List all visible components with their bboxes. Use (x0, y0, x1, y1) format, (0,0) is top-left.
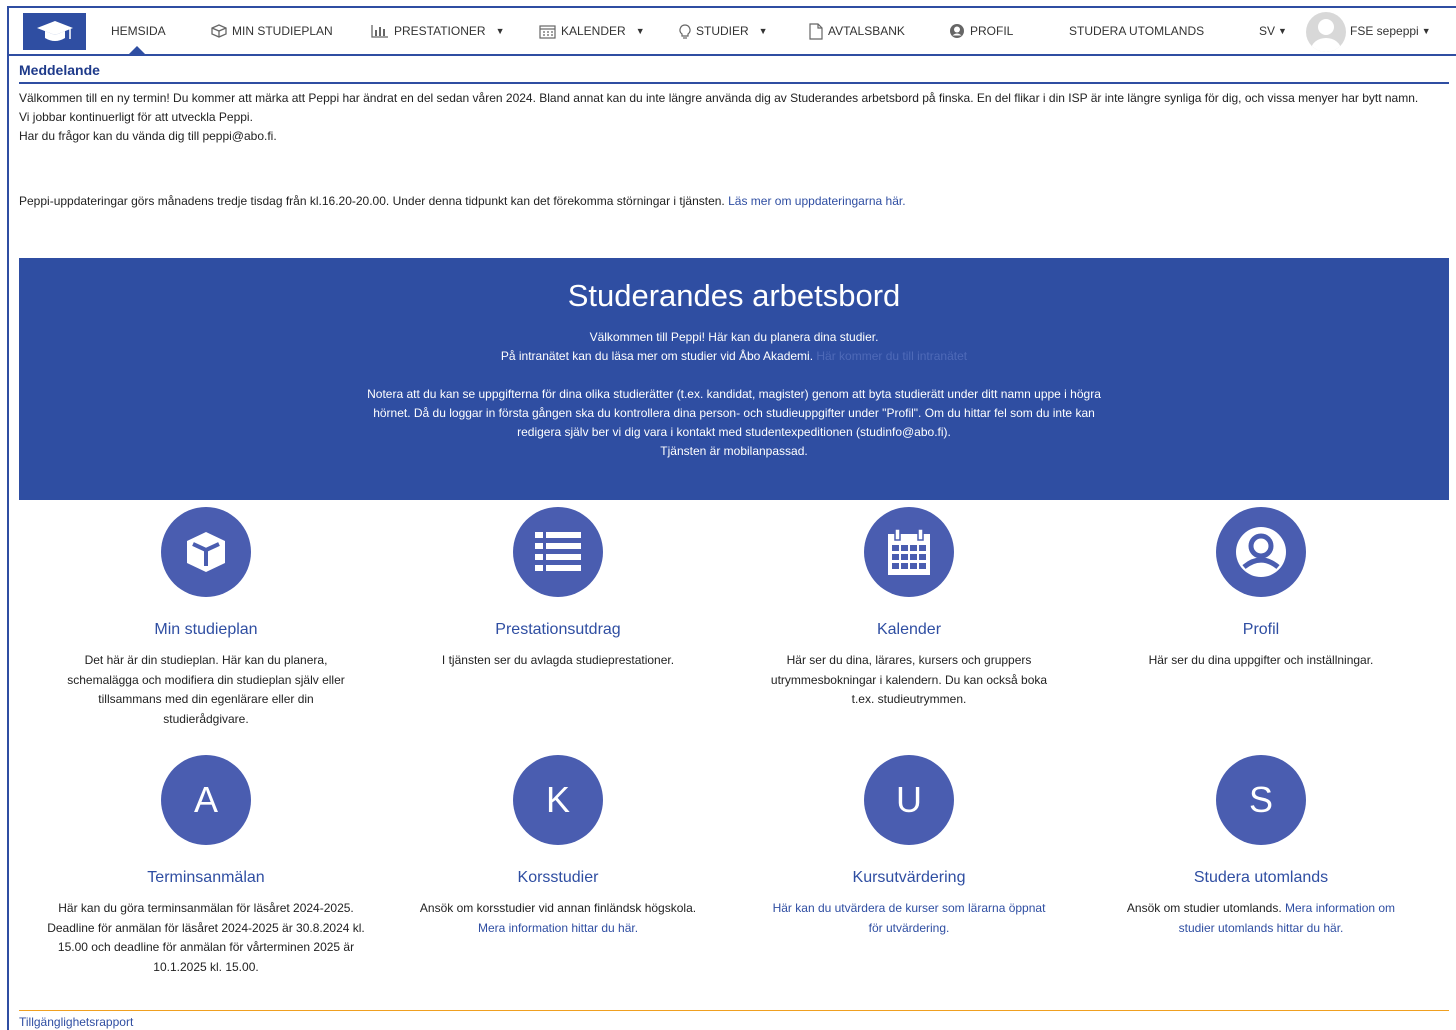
nav-min-studieplan[interactable]: MIN STUDIEPLAN (211, 8, 333, 54)
update-text: Peppi-uppdateringar görs månadens tredje… (19, 194, 725, 208)
tile-studera-utomlands[interactable]: S Studera utomlands Ansök om studier uto… (1101, 755, 1421, 938)
document-icon (809, 22, 823, 40)
notice-line: Har du frågor kan du vända dig till pepp… (19, 129, 277, 143)
nav-label: PRESTATIONER (394, 24, 486, 38)
nav-kalender[interactable]: KALENDER ▼ (539, 8, 645, 54)
tile-kalender[interactable]: Kalender Här ser du dina, lärares, kurse… (749, 507, 1069, 710)
tile-description: Här ser du dina, lärares, kursers och gr… (770, 653, 1048, 706)
nav-avtalsbank[interactable]: AVTALSBANK (809, 8, 905, 54)
chevron-down-icon: ▼ (495, 26, 505, 36)
banner-line: På intranätet kan du läsa mer om studier… (19, 347, 1449, 366)
user-name: FSE sepeppi (1350, 24, 1419, 38)
nav-label: STUDIER (696, 24, 749, 38)
home-logo[interactable] (23, 13, 86, 50)
nav-label: KALENDER (561, 24, 626, 38)
banner-line: Notera att du kan se uppgifterna för din… (367, 387, 1101, 401)
chevron-down-icon: ▼ (1278, 26, 1287, 36)
user-circle-icon (949, 23, 965, 39)
tile-title[interactable]: Kalender (749, 621, 1069, 639)
tile-title[interactable]: Profil (1101, 621, 1421, 639)
graduation-cap-icon (36, 20, 73, 41)
letter-badge: A (161, 755, 251, 845)
banner-line: redigera själv ber vi dig vara i kontakt… (517, 425, 951, 439)
banner-line: hörnet. Då du loggar in första gången sk… (373, 406, 1095, 420)
nav-label: AVTALSBANK (828, 24, 905, 38)
notice-title: Meddelande (19, 62, 1449, 84)
tile-description: Det här är din studieplan. Här kan du pl… (67, 653, 345, 726)
tile-link[interactable]: Här kan du utvärdera de kurser som lärar… (773, 901, 1046, 935)
nav-profil[interactable]: PROFIL (949, 8, 1013, 54)
nav-label: HEMSIDA (111, 24, 166, 38)
banner-line: Tjänsten är mobilanpassad. (660, 444, 808, 458)
welcome-banner: Studerandes arbetsbord Välkommen till Pe… (19, 258, 1449, 500)
cube-icon (211, 24, 227, 38)
calendar-icon (539, 24, 556, 39)
language-selector[interactable]: SV ▼ (1259, 8, 1287, 54)
intranet-link[interactable]: Här kommer du till intranätet (816, 349, 967, 363)
user-circle-icon (1216, 507, 1306, 597)
tile-title[interactable]: Min studieplan (46, 621, 366, 639)
tile-description: Ansök om korsstudier vid annan finländsk… (419, 901, 697, 915)
nav-label: PROFIL (970, 24, 1014, 38)
tile-description: I tjänsten ser du avlagda studieprestati… (441, 653, 675, 667)
tile-prestationsutdrag[interactable]: Prestationsutdrag I tjänsten ser du avla… (398, 507, 718, 671)
banner-line: Välkommen till Peppi! Här kan du planera… (589, 330, 879, 344)
tile-text: Ansök om studier utomlands. (1126, 901, 1282, 915)
list-icon (513, 507, 603, 597)
nav-studier[interactable]: STUDIER ▼ (679, 8, 768, 54)
update-notice: Peppi-uppdateringar görs månadens tredje… (19, 192, 1449, 211)
banner-text: På intranätet kan du läsa mer om studier… (500, 349, 814, 363)
tile-title[interactable]: Terminsanmälan (46, 869, 366, 887)
tile-title[interactable]: Kursutvärdering (749, 869, 1069, 887)
tile-description: Här kan du göra terminsanmälan för läsår… (47, 901, 365, 974)
letter-badge: U (864, 755, 954, 845)
tile-link[interactable]: Mera information hittar du här. (478, 921, 638, 935)
tile-terminsanmalan[interactable]: A Terminsanmälan Här kan du göra termins… (46, 755, 366, 977)
notice-line: Välkommen till en ny termin! Du kommer a… (19, 91, 1419, 105)
accessibility-report-link[interactable]: Tillgänglighetsrapport (19, 1015, 133, 1029)
nav-prestationer[interactable]: PRESTATIONER ▼ (371, 8, 505, 54)
language-label: SV (1259, 24, 1276, 38)
chevron-down-icon: ▼ (758, 26, 768, 36)
calendar-icon (864, 507, 954, 597)
tile-title[interactable]: Prestationsutdrag (398, 621, 718, 639)
tile-kursutvardering[interactable]: U Kursutvärdering Här kan du utvärdera d… (749, 755, 1069, 938)
notice-section: Meddelande Välkommen till en ny termin! … (19, 62, 1449, 211)
tile-description: Här ser du dina uppgifter och inställnin… (1148, 653, 1374, 667)
user-menu[interactable]: FSE sepeppi ▼ (1350, 8, 1431, 54)
banner-title: Studerandes arbetsbord (567, 278, 901, 313)
update-link[interactable]: Läs mer om uppdateringarna här. (728, 194, 905, 208)
bar-chart-icon (371, 24, 389, 38)
letter-badge: S (1216, 755, 1306, 845)
nav-hemsida[interactable]: HEMSIDA (111, 8, 166, 54)
avatar[interactable] (1306, 12, 1346, 52)
tile-title[interactable]: Korsstudier (398, 869, 718, 887)
notice-line: Vi jobbar kontinuerligt för att utveckla… (19, 110, 253, 124)
footer: Tillgänglighetsrapport (19, 1010, 1449, 1029)
chevron-down-icon: ▼ (635, 26, 645, 36)
tile-korsstudier[interactable]: K Korsstudier Ansök om korsstudier vid a… (398, 755, 718, 938)
top-navbar: HEMSIDA MIN STUDIEPLAN PRESTATIONER ▼ KA… (9, 8, 1456, 56)
tile-description: Ansök om studier utomlands. Mera informa… (1101, 899, 1421, 938)
letter-badge: K (513, 755, 603, 845)
cube-icon (161, 507, 251, 597)
nav-label: STUDERA UTOMLANDS (1069, 24, 1205, 38)
tile-min-studieplan[interactable]: Min studieplan Det här är din studieplan… (46, 507, 366, 729)
nav-studera-utomlands[interactable]: STUDERA UTOMLANDS (1069, 8, 1204, 54)
tile-profil[interactable]: Profil Här ser du dina uppgifter och ins… (1101, 507, 1421, 671)
chevron-down-icon: ▼ (1421, 26, 1431, 36)
tile-title[interactable]: Studera utomlands (1101, 869, 1421, 887)
lightbulb-icon (679, 23, 691, 39)
nav-label: MIN STUDIEPLAN (232, 24, 333, 38)
